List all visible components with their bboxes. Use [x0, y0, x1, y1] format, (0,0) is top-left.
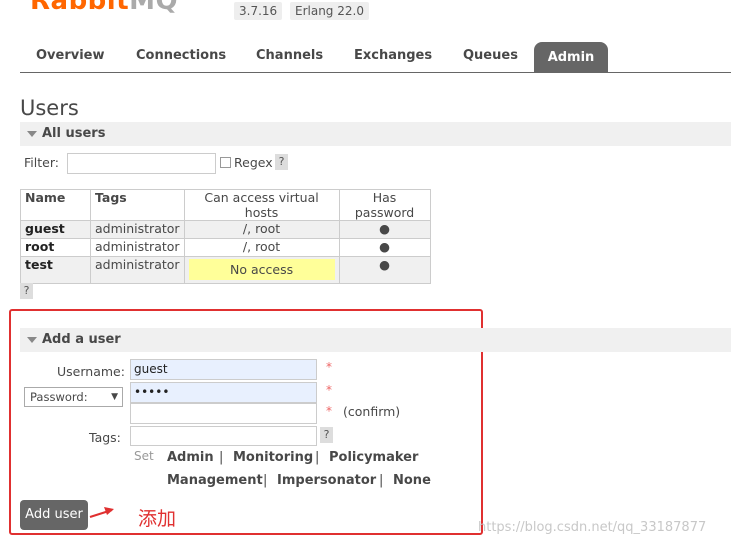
- tags-label: Tags:: [89, 430, 121, 445]
- help-icon[interactable]: ?: [20, 283, 33, 299]
- no-access-badge: No access: [188, 259, 335, 280]
- tag-link-admin[interactable]: Admin: [167, 450, 214, 465]
- password-type-value: Password:: [30, 390, 88, 404]
- has-password-dot-icon: ●: [338, 238, 431, 257]
- tab-channels[interactable]: Channels: [256, 48, 323, 63]
- user-name-link[interactable]: guest: [20, 220, 91, 239]
- password-confirm-input[interactable]: [130, 403, 317, 424]
- annotation-label: 添加: [138, 508, 177, 530]
- column-header-has-password[interactable]: Has password: [338, 189, 431, 221]
- tag-link-monitoring[interactable]: Monitoring: [233, 450, 313, 465]
- all-users-section-header[interactable]: All users: [20, 122, 731, 146]
- version-badge: 3.7.16: [234, 2, 283, 20]
- tab-connections[interactable]: Connections: [136, 48, 226, 63]
- table-row: guest administrator /, root ●: [20, 220, 431, 239]
- rabbitmq-logo: RabbitMQ: [30, 0, 179, 16]
- tab-admin[interactable]: Admin: [534, 42, 608, 73]
- tags-input[interactable]: [130, 426, 317, 446]
- has-password-dot-icon: ●: [338, 256, 431, 284]
- tag-separator: |: [263, 473, 268, 488]
- tag-link-policymaker[interactable]: Policymaker: [329, 450, 418, 465]
- collapse-triangle-icon: [27, 131, 37, 137]
- required-mark: *: [326, 383, 332, 397]
- add-user-button[interactable]: Add user: [20, 500, 88, 530]
- column-header-tags[interactable]: Tags: [90, 189, 185, 221]
- set-label: Set: [134, 449, 154, 463]
- regex-label: Regex: [234, 155, 273, 170]
- password-input[interactable]: •••••: [130, 382, 317, 403]
- tab-exchanges[interactable]: Exchanges: [354, 48, 432, 63]
- column-header-name[interactable]: Name: [20, 189, 91, 221]
- help-icon[interactable]: ?: [275, 154, 288, 170]
- dropdown-arrow-icon: ▼: [111, 392, 118, 402]
- user-tags: administrator: [90, 256, 185, 284]
- user-vhosts: /, root: [183, 238, 340, 257]
- help-icon[interactable]: ?: [320, 427, 333, 443]
- tag-link-impersonator[interactable]: Impersonator: [277, 473, 376, 488]
- table-row: root administrator /, root ●: [20, 238, 431, 257]
- username-label: Username:: [57, 364, 125, 379]
- table-row: test administrator No access ●: [20, 256, 431, 284]
- filter-input[interactable]: [67, 153, 216, 174]
- tag-separator: |: [219, 450, 224, 465]
- required-mark: *: [326, 404, 332, 418]
- has-password-dot-icon: ●: [338, 220, 431, 239]
- password-type-select[interactable]: Password: ▼: [24, 387, 123, 407]
- tag-link-none[interactable]: None: [393, 473, 431, 488]
- tag-separator: |: [379, 473, 384, 488]
- tab-queues[interactable]: Queues: [463, 48, 518, 63]
- confirm-label: (confirm): [343, 404, 401, 419]
- page-title: Users: [20, 96, 79, 120]
- column-header-vhosts[interactable]: Can access virtual hosts: [183, 189, 340, 221]
- user-name-link[interactable]: root: [20, 238, 91, 257]
- username-input[interactable]: guest: [130, 359, 317, 380]
- watermark-text: https://blog.csdn.net/qq_33187877: [478, 520, 707, 535]
- regex-checkbox[interactable]: [220, 157, 231, 168]
- tabs-divider: [20, 72, 731, 73]
- required-mark: *: [326, 360, 332, 374]
- add-user-section-header[interactable]: Add a user: [20, 328, 731, 352]
- user-name-link[interactable]: test: [20, 256, 91, 284]
- tag-separator: |: [315, 450, 320, 465]
- add-user-label: Add a user: [42, 332, 121, 347]
- erlang-version-badge: Erlang 22.0: [290, 2, 369, 20]
- tag-link-management[interactable]: Management: [167, 473, 263, 488]
- filter-label: Filter:: [24, 155, 59, 170]
- user-vhosts: /, root: [183, 220, 340, 239]
- annotation-arrow-icon: [89, 507, 114, 518]
- all-users-label: All users: [42, 126, 106, 141]
- tab-overview[interactable]: Overview: [36, 48, 105, 63]
- collapse-triangle-icon: [27, 337, 37, 343]
- user-tags: administrator: [90, 238, 185, 257]
- user-vhosts-cell: No access: [183, 256, 340, 284]
- users-table: Name Tags Can access virtual hosts Has p…: [20, 189, 431, 284]
- user-tags: administrator: [90, 220, 185, 239]
